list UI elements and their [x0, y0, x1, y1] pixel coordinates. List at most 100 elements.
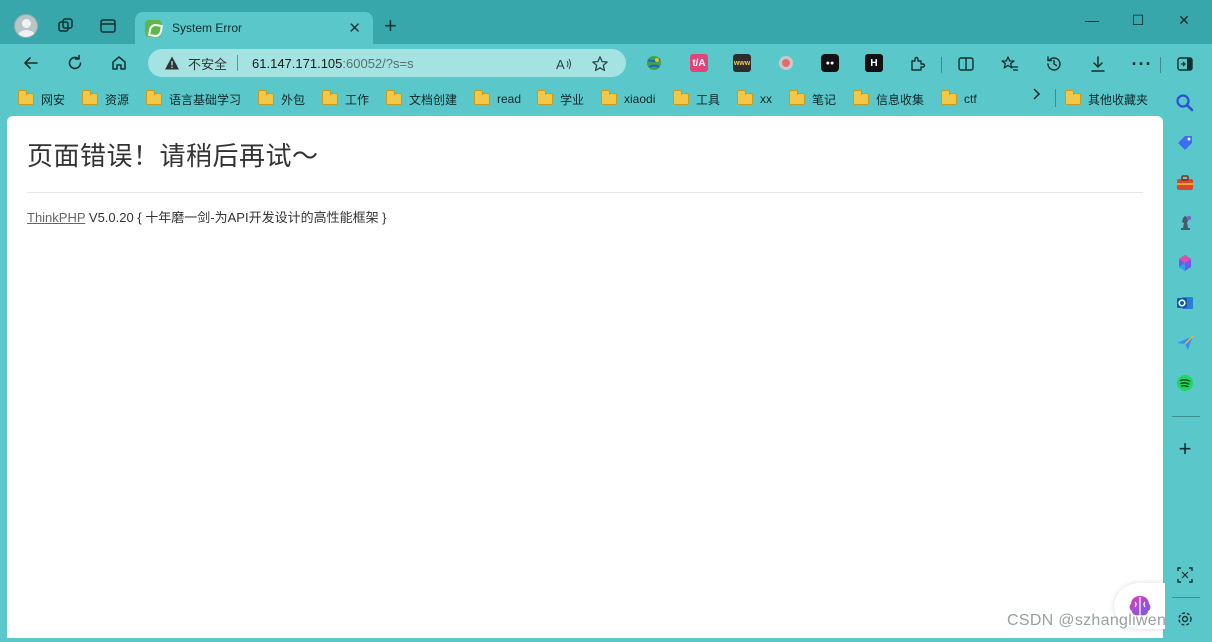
framework-copyright: ThinkPHP V5.0.20 { 十年磨一剑-为API开发设计的高性能框架 … — [27, 207, 387, 226]
extensions-button[interactable] — [907, 53, 929, 75]
bookmark-label: 其他收藏夹 — [1088, 92, 1149, 107]
folder-icon — [386, 90, 402, 105]
sidebar-settings-button[interactable] — [1174, 608, 1196, 630]
sidebar-toggle-icon — [1177, 57, 1193, 71]
bookmark-folder[interactable]: 笔记 — [789, 90, 836, 108]
url-path[interactable]: :60052/?s=s — [342, 56, 413, 71]
bookmark-folder[interactable]: xx — [737, 90, 772, 108]
bookmark-folder[interactable]: ctf — [941, 90, 977, 108]
bookmark-label: ctf — [964, 92, 977, 106]
tab-actions-button[interactable] — [94, 12, 122, 40]
back-button[interactable] — [16, 50, 46, 76]
profile-button[interactable] — [12, 12, 40, 40]
split-screen-button[interactable] — [955, 53, 977, 75]
tab-system-error[interactable]: System Error ✕ — [135, 12, 373, 44]
bookmark-folder[interactable]: 资源 — [82, 90, 129, 108]
divider — [27, 192, 1143, 193]
download-icon — [1091, 56, 1105, 72]
bookmark-folder[interactable]: 文档创建 — [386, 90, 457, 108]
sidebar-games-button[interactable] — [1174, 212, 1196, 234]
reload-button[interactable] — [60, 50, 90, 76]
favorite-star-icon[interactable] — [590, 55, 610, 73]
globe-icon — [647, 56, 661, 70]
other-favorites-folder[interactable]: 其他收藏夹 — [1065, 90, 1148, 108]
read-aloud-glyph: A — [556, 57, 571, 72]
favorites-button[interactable] — [999, 53, 1021, 75]
bookmark-folder[interactable]: 外包 — [258, 90, 305, 108]
h-extension-label: H — [870, 57, 878, 69]
folder-icon — [789, 90, 805, 105]
not-secure-label[interactable]: 不安全 — [188, 54, 227, 73]
sunglasses-extension-icon[interactable]: ●● — [821, 54, 839, 72]
history-button[interactable] — [1043, 53, 1065, 75]
read-aloud-icon[interactable]: A — [554, 55, 574, 73]
folder-icon — [673, 90, 689, 105]
bookmark-label: 资源 — [105, 92, 130, 107]
maximize-button[interactable]: ☐ — [1114, 8, 1162, 32]
sidebar-divider — [1172, 416, 1200, 417]
workspaces-button[interactable] — [52, 12, 80, 40]
sidebar-send-button[interactable] — [1174, 332, 1196, 354]
toolbox-icon — [1177, 175, 1193, 190]
folder-icon — [941, 90, 957, 105]
gear-icon — [1178, 612, 1192, 626]
sidebar-tools-button[interactable] — [1174, 172, 1196, 194]
split-screen-icon — [958, 57, 974, 71]
toolbar-divider — [941, 57, 942, 73]
bookmark-label: 学业 — [560, 92, 585, 107]
circle-extension-icon[interactable] — [777, 54, 795, 72]
new-tab-button[interactable]: + — [384, 15, 397, 37]
folder-icon — [18, 90, 34, 105]
arrow-left-icon — [24, 57, 38, 69]
reload-icon — [68, 54, 82, 70]
bookmark-label: xiaodi — [624, 92, 656, 106]
tab-close-button[interactable]: ✕ — [348, 21, 361, 36]
bookmark-folder[interactable]: xiaodi — [601, 90, 655, 108]
thinkphp-link[interactable]: ThinkPHP — [27, 210, 85, 225]
more-menu-button[interactable]: ··· — [1131, 53, 1153, 75]
www-extension-icon[interactable]: www — [733, 54, 751, 72]
bookmarks-overflow-chevron-icon[interactable] — [1030, 87, 1042, 106]
sidebar-toggle-button[interactable] — [1174, 53, 1196, 75]
outlook-icon — [1177, 297, 1193, 309]
sidebar-outlook-button[interactable] — [1174, 292, 1196, 314]
sidebar-microsoft365-button[interactable] — [1174, 252, 1196, 274]
sidebar-add-button[interactable]: + — [1174, 436, 1196, 461]
sidebar-shopping-button[interactable] — [1174, 132, 1196, 154]
bookmark-label: 网安 — [41, 92, 66, 107]
bookmark-folder[interactable]: 工具 — [673, 90, 720, 108]
bookmark-folder[interactable]: 工作 — [322, 90, 369, 108]
translate-extension-icon[interactable]: t/A — [690, 54, 708, 72]
bookmark-label: 笔记 — [812, 92, 837, 107]
warning-icon[interactable] — [164, 55, 180, 71]
home-icon — [112, 56, 126, 70]
sidebar-spotify-button[interactable] — [1174, 372, 1196, 394]
minimize-button[interactable]: — — [1068, 8, 1116, 32]
bookmark-label: 信息收集 — [876, 92, 925, 107]
svg-text:A: A — [556, 57, 565, 72]
avatar — [14, 14, 38, 38]
downloads-button[interactable] — [1087, 53, 1109, 75]
bookmark-folder[interactable]: 语言基础学习 — [146, 90, 241, 108]
bookmark-folder[interactable]: 网安 — [18, 90, 65, 108]
bookmarks-divider — [1055, 89, 1056, 107]
close-window-button[interactable]: ✕ — [1160, 8, 1208, 32]
toolbar-divider — [1160, 57, 1161, 73]
url-host[interactable]: 61.147.171.105 — [252, 56, 342, 71]
h-extension-icon[interactable]: H — [865, 54, 883, 72]
www-extension-label: www — [733, 59, 751, 67]
home-button[interactable] — [104, 50, 134, 76]
folder-icon — [537, 90, 553, 105]
folder-icon — [601, 90, 617, 105]
folder-icon — [322, 90, 338, 105]
bookmark-folder[interactable]: read — [474, 90, 521, 108]
globe-extension-icon[interactable] — [645, 54, 663, 72]
edge-sidebar: + — [1165, 82, 1212, 642]
shopping-tag-icon — [1178, 136, 1192, 150]
address-bar[interactable]: 不安全 61.147.171.105:60052/?s=s A — [148, 49, 626, 77]
folder-icon — [1065, 90, 1081, 105]
bookmark-folder[interactable]: 学业 — [537, 90, 584, 108]
sidebar-search-button[interactable] — [1174, 92, 1196, 114]
bookmark-folder[interactable]: 信息收集 — [853, 90, 924, 108]
sidebar-screenshot-button[interactable] — [1174, 564, 1196, 586]
